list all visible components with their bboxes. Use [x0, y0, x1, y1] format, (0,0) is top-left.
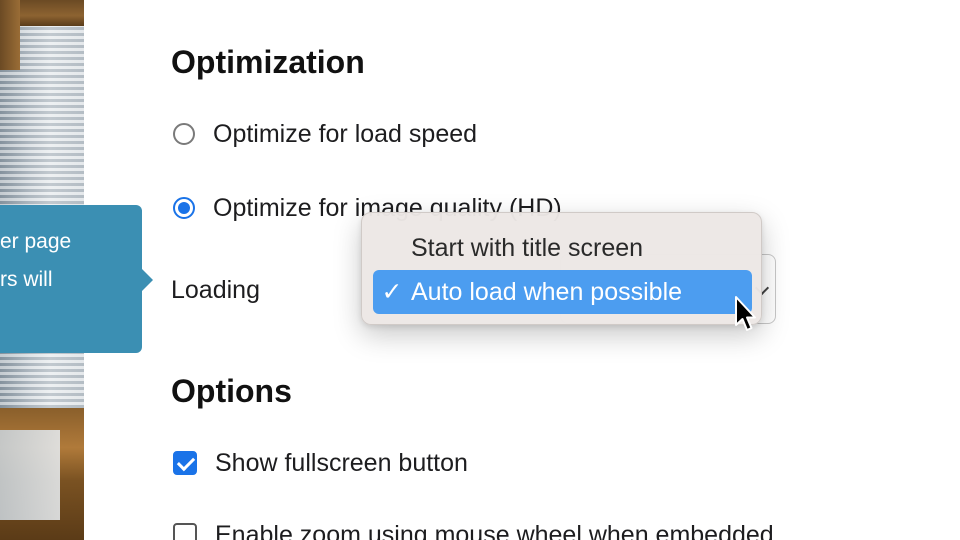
- window-frame-left: [0, 0, 20, 70]
- tooltip-line-1: er page: [0, 230, 72, 253]
- menu-item-auto-load[interactable]: ✓ Auto load when possible: [373, 270, 752, 314]
- window-glass: [0, 430, 60, 520]
- menu-item-label: Start with title screen: [411, 234, 644, 262]
- checkbox-unchecked[interactable]: [173, 523, 197, 540]
- radio-option-load-speed[interactable]: Optimize for load speed: [173, 119, 477, 149]
- radio-label-load-speed: Optimize for load speed: [213, 119, 478, 148]
- checkbox-label-fullscreen: Show fullscreen button: [215, 448, 468, 477]
- settings-screen: er page rs will Optimization Optimize fo…: [0, 0, 960, 540]
- optimization-heading: Optimization: [171, 44, 365, 80]
- checkmark-icon: ✓: [381, 278, 403, 306]
- tooltip-line-2: rs will: [0, 268, 53, 291]
- checkbox-option-zoom[interactable]: Enable zoom using mouse wheel when embed…: [173, 520, 774, 540]
- menu-item-title-screen[interactable]: Start with title screen: [373, 226, 752, 270]
- tooltip-arrow: [141, 268, 153, 292]
- radio-button-unselected[interactable]: [173, 123, 195, 145]
- checkbox-label-zoom: Enable zoom using mouse wheel when embed…: [215, 520, 774, 540]
- radio-button-selected[interactable]: [173, 197, 195, 219]
- options-heading: Options: [171, 373, 292, 409]
- help-tooltip: er page rs will: [0, 205, 142, 353]
- loading-label: Loading: [171, 276, 260, 304]
- checkbox-option-fullscreen[interactable]: Show fullscreen button: [173, 448, 468, 478]
- loading-dropdown-menu: Start with title screen ✓ Auto load when…: [361, 212, 762, 325]
- arrow-cursor-icon: [735, 296, 756, 331]
- checkbox-checked[interactable]: [173, 451, 197, 475]
- menu-item-label: Auto load when possible: [411, 278, 683, 306]
